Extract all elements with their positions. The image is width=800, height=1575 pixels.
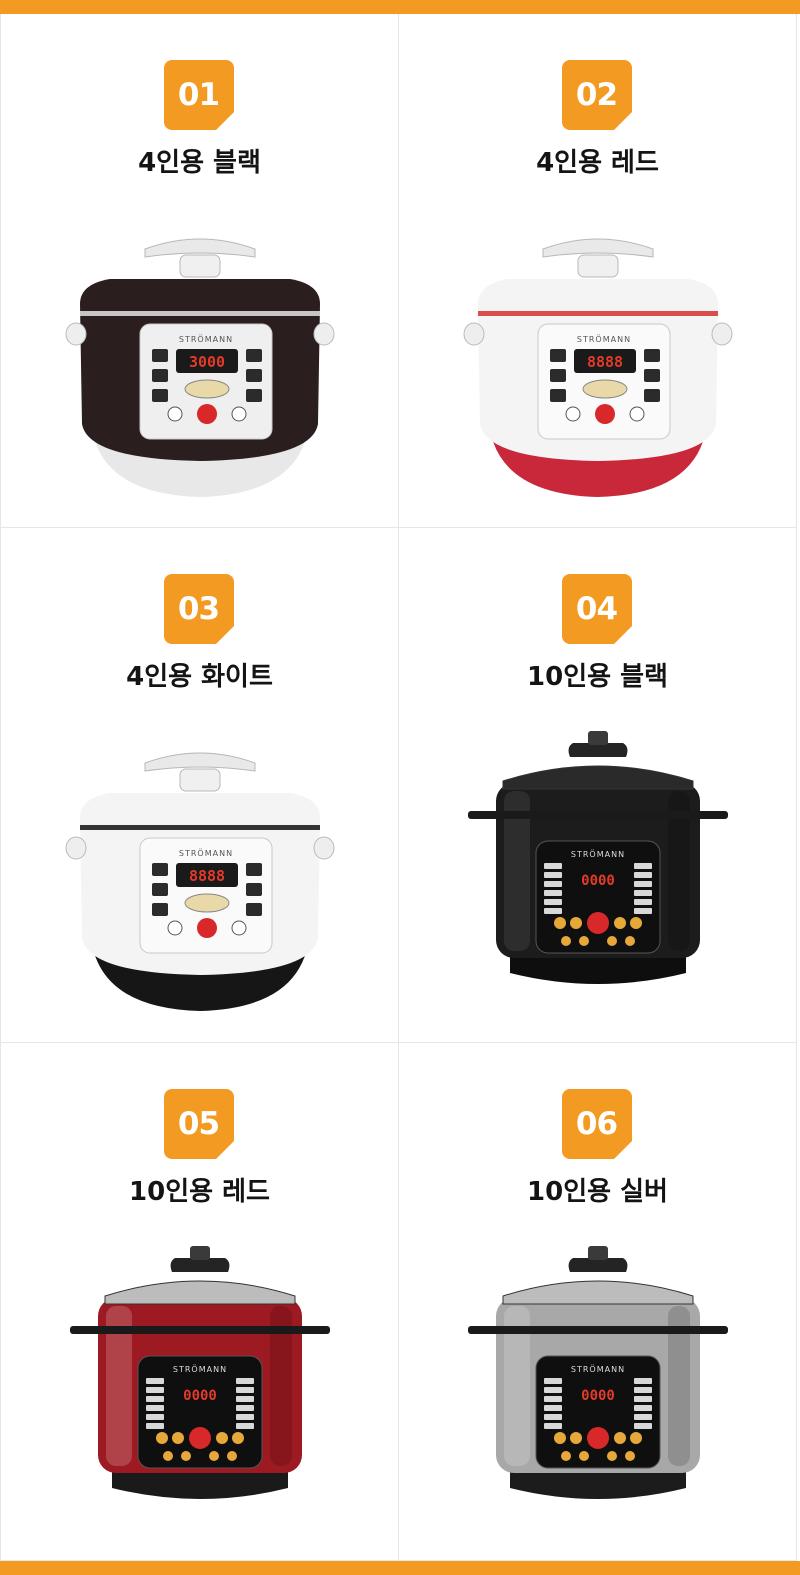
product-card[interactable]: 06 10인용 실버 STRÖMANN 0000	[399, 1043, 797, 1561]
product-card[interactable]: 04 10인용 블랙 STRÖMANN 0000	[399, 528, 797, 1043]
rice-cooker-image: STRÖMANN 3000	[50, 209, 350, 509]
display-readout: 3000	[188, 353, 224, 371]
product-card[interactable]: 02 4인용 레드 STRÖMANN 8888	[399, 14, 797, 528]
product-title: 4인용 블랙	[138, 148, 261, 178]
bottom-accent-bar	[0, 1561, 800, 1575]
number-badge: 04	[561, 574, 632, 644]
brand-logo: STRÖMANN	[576, 334, 630, 344]
pressure-cooker-illustration: STRÖMANN 0000	[69, 1246, 330, 1499]
pressure-cooker-image: STRÖMANN 0000	[448, 723, 748, 1023]
number-badge: 06	[561, 1089, 632, 1159]
display-readout: 8888	[188, 867, 224, 885]
number-badge: 05	[163, 1089, 234, 1159]
pressure-cooker-image: STRÖMANN 0000	[448, 1238, 748, 1538]
badge-number: 06	[575, 1106, 618, 1142]
rice-cooker-image: STRÖMANN 8888	[50, 723, 350, 1023]
product-card[interactable]: 03 4인용 화이트 STRÖMANN 8888	[0, 528, 399, 1043]
display-readout: 0000	[581, 873, 615, 889]
product-card[interactable]: 05 10인용 레드 STRÖMANN 0000	[0, 1043, 399, 1561]
badge-number: 04	[575, 591, 618, 627]
product-grid: 01 4인용 블랙 STRÖMANN 3000 02 4인용 레드 STRÖMAN…	[0, 14, 800, 1561]
product-title: 10인용 레드	[129, 1177, 270, 1207]
number-badge: 02	[561, 60, 632, 130]
number-badge: 03	[163, 574, 234, 644]
product-title: 10인용 블랙	[527, 662, 668, 692]
rice-cooker-illustration: STRÖMANN 8888	[65, 752, 334, 1011]
display-readout: 8888	[586, 353, 622, 371]
brand-logo: STRÖMANN	[570, 1364, 624, 1374]
pressure-cooker-illustration: STRÖMANN 0000	[467, 731, 728, 984]
product-title: 10인용 실버	[527, 1177, 668, 1207]
display-readout: 0000	[183, 1388, 217, 1404]
display-readout: 0000	[581, 1388, 615, 1404]
badge-number: 01	[177, 77, 220, 113]
brand-logo: STRÖMANN	[570, 849, 624, 859]
product-card[interactable]: 01 4인용 블랙 STRÖMANN 3000	[0, 14, 399, 528]
number-badge: 01	[163, 60, 234, 130]
badge-number: 02	[575, 77, 618, 113]
rice-cooker-illustration: STRÖMANN 8888	[463, 238, 732, 497]
pressure-cooker-image: STRÖMANN 0000	[50, 1238, 350, 1538]
brand-logo: STRÖMANN	[172, 1364, 226, 1374]
pressure-cooker-illustration: STRÖMANN 0000	[467, 1246, 728, 1499]
rice-cooker-image: STRÖMANN 8888	[448, 209, 748, 509]
brand-logo: STRÖMANN	[178, 848, 232, 858]
brand-logo: STRÖMANN	[178, 334, 232, 344]
top-accent-bar	[0, 0, 800, 14]
badge-number: 03	[177, 591, 220, 627]
product-title: 4인용 화이트	[126, 662, 273, 692]
product-title: 4인용 레드	[536, 148, 659, 178]
badge-number: 05	[177, 1106, 220, 1142]
rice-cooker-illustration: STRÖMANN 3000	[65, 238, 334, 497]
